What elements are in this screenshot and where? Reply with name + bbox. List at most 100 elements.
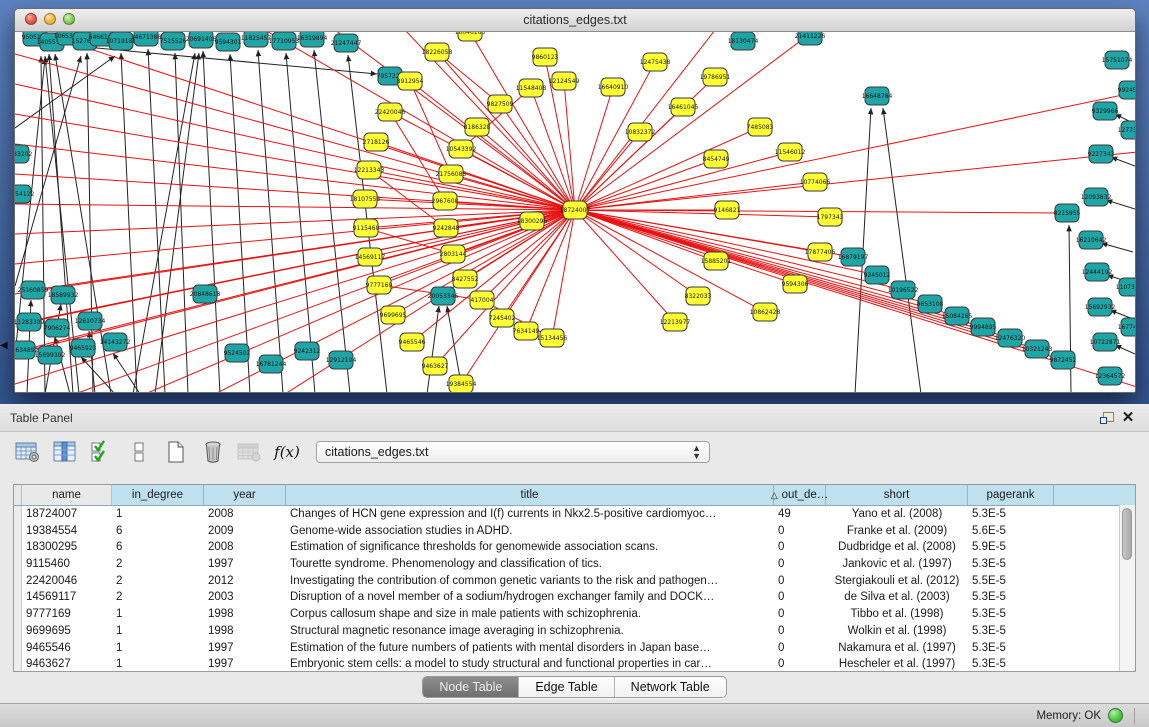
cell-title[interactable]: Genome-wide association studies in ADHD. — [286, 523, 774, 540]
graph-node[interactable]: 11546012 — [775, 143, 806, 161]
graph-node[interactable]: 7245402 — [489, 309, 516, 327]
graph-node[interactable]: 8454749 — [703, 150, 730, 168]
graph-node[interactable]: 25160859 — [18, 281, 49, 299]
cell-pagerank[interactable]: 5.3E-5 — [968, 589, 1054, 606]
graph-node[interactable]: 10196522 — [888, 281, 919, 299]
hidden-panel-arrow[interactable]: ◀ — [0, 340, 8, 351]
cell-outde[interactable]: 0 — [774, 623, 826, 640]
cell-name[interactable]: 14569117 — [22, 589, 112, 606]
cell-short[interactable]: Stergiakouli et al. (2012) — [826, 573, 968, 590]
cell-short[interactable]: Franke et al. (2009) — [826, 523, 968, 540]
graph-node[interactable]: 16879197 — [838, 248, 869, 266]
table-settings-button[interactable] — [14, 438, 42, 466]
graph-node[interactable]: 8427552 — [452, 270, 479, 288]
vertical-scrollbar[interactable] — [1119, 505, 1135, 672]
cell-indegree[interactable]: 2 — [112, 589, 204, 606]
graph-node[interactable]: 22420046 — [375, 103, 406, 121]
column-header-name[interactable]: name — [22, 485, 112, 505]
graph-node[interactable]: 18683202 — [15, 145, 32, 163]
graph-node[interactable]: 14671388 — [131, 32, 162, 46]
graph-node[interactable]: 9860123 — [532, 48, 559, 66]
close-window-icon[interactable] — [25, 13, 37, 25]
graph-node[interactable]: 9465923 — [70, 339, 97, 357]
graph-node[interactable]: 14569117 — [355, 248, 386, 266]
table-row[interactable]: 1456911722003Disruption of a novel membe… — [14, 589, 1135, 606]
cell-name[interactable]: 18724007 — [22, 506, 112, 523]
graph-node[interactable]: 1797343 — [817, 208, 844, 226]
graph-node[interactable]: 8322033 — [685, 287, 712, 305]
cell-outde[interactable]: 0 — [774, 656, 826, 672]
table-row[interactable]: 2242004622012Investigating the contribut… — [14, 573, 1135, 590]
graph-node[interactable]: 21756085 — [436, 165, 467, 183]
graph-node[interactable]: 14143272 — [100, 333, 131, 351]
cell-year[interactable]: 1997 — [204, 556, 286, 573]
graph-node[interactable]: 15751074 — [1102, 51, 1133, 69]
delete-table-button[interactable] — [236, 438, 264, 466]
graph-node[interactable]: 9699695 — [380, 306, 407, 324]
graph-node[interactable]: 17710953 — [269, 32, 300, 50]
cell-year[interactable]: 1998 — [204, 606, 286, 623]
cell-year[interactable]: 1998 — [204, 623, 286, 640]
graph-node[interactable]: 15699302 — [35, 346, 66, 364]
function-builder-button[interactable]: f(x) — [273, 438, 301, 466]
cell-title[interactable]: Estimation of the future numbers of pati… — [286, 640, 774, 657]
tab-edge-table[interactable]: Edge Table — [519, 677, 614, 697]
cell-indegree[interactable]: 1 — [112, 640, 204, 657]
graph-node[interactable]: 18107553 — [350, 190, 381, 208]
cell-short[interactable]: Nakamura et al. (1997) — [826, 640, 968, 657]
cell-short[interactable]: Wolkin et al. (1998) — [826, 623, 968, 640]
graph-node[interactable]: 21411226 — [795, 32, 826, 45]
cell-short[interactable]: Yano et al. (2008) — [826, 506, 968, 523]
cell-indegree[interactable]: 1 — [112, 656, 204, 672]
cell-short[interactable]: de Silva et al. (2003) — [826, 589, 968, 606]
graph-node[interactable]: 9115460 — [353, 219, 380, 237]
cell-short[interactable]: Dudbridge et al. (2008) — [826, 539, 968, 556]
graph-node[interactable]: 10321243 — [1022, 340, 1053, 358]
cell-title[interactable]: Disruption of a novel member of a sodium… — [286, 589, 774, 606]
network-canvas[interactable]: 9505135140557121065328715276026466163107… — [15, 32, 1135, 393]
graph-node[interactable]: 9463627 — [422, 357, 449, 375]
cell-name[interactable]: 22420046 — [22, 573, 112, 590]
cell-outde[interactable]: 0 — [774, 523, 826, 540]
cell-outde[interactable]: 49 — [774, 506, 826, 523]
graph-node[interactable]: 18300295 — [517, 212, 548, 230]
cell-year[interactable]: 2012 — [204, 573, 286, 590]
table-selector-dropdown[interactable]: citations_edges.txt ▲▼ — [316, 441, 710, 463]
graph-node[interactable]: 15134456 — [537, 329, 568, 347]
graph-node[interactable]: 12364572 — [1095, 367, 1126, 385]
graph-node[interactable]: 20848618 — [190, 285, 221, 303]
cell-indegree[interactable]: 1 — [112, 506, 204, 523]
graph-node[interactable]: 9245012 — [864, 266, 891, 284]
cell-pagerank[interactable]: 5.3E-5 — [968, 640, 1054, 657]
column-header-short[interactable]: short — [826, 485, 968, 505]
table-row[interactable]: 1830029562008Estimation of significance … — [14, 539, 1135, 556]
cell-pagerank[interactable]: 5.3E-5 — [968, 623, 1054, 640]
cell-title[interactable]: Changes of HCN gene expression and I(f) … — [286, 506, 774, 523]
cell-year[interactable]: 1997 — [204, 640, 286, 657]
cell-pagerank[interactable]: 5.3E-5 — [968, 506, 1054, 523]
graph-node[interactable]: 9242312 — [294, 342, 321, 360]
cell-name[interactable]: 19384554 — [22, 523, 112, 540]
cell-indegree[interactable]: 2 — [112, 556, 204, 573]
cell-outde[interactable]: 0 — [774, 573, 826, 590]
graph-node[interactable]: 9242848 — [433, 219, 460, 237]
graph-node[interactable]: 12475438 — [640, 53, 671, 71]
cell-name[interactable]: 9777169 — [22, 606, 112, 623]
graph-node[interactable]: 9924502 — [1118, 81, 1135, 99]
graph-node[interactable]: 2803144 — [440, 245, 467, 263]
graph-node[interactable]: 2718126 — [363, 133, 390, 151]
graph-node[interactable]: 19384554 — [446, 375, 477, 393]
tab-node-table[interactable]: Node Table — [423, 677, 519, 697]
cell-title[interactable]: Investigating the contribution of common… — [286, 573, 774, 590]
cell-indegree[interactable]: 6 — [112, 523, 204, 540]
table-row[interactable]: 946554611997Estimation of the future num… — [14, 640, 1135, 657]
graph-node[interactable]: 9227343 — [1088, 145, 1115, 163]
graph-node[interactable]: 17877406 — [805, 243, 836, 261]
graph-node[interactable]: 15692932 — [1085, 298, 1116, 316]
cell-name[interactable]: 9463627 — [22, 656, 112, 672]
graph-node[interactable]: 9524502 — [224, 344, 251, 362]
cell-year[interactable]: 1997 — [204, 656, 286, 672]
cell-name[interactable]: 9115460 — [22, 556, 112, 573]
table-row[interactable]: 946362711997Embryonic stem cells: a mode… — [14, 656, 1135, 672]
graph-hub-node[interactable]: 18724007 — [560, 201, 591, 219]
